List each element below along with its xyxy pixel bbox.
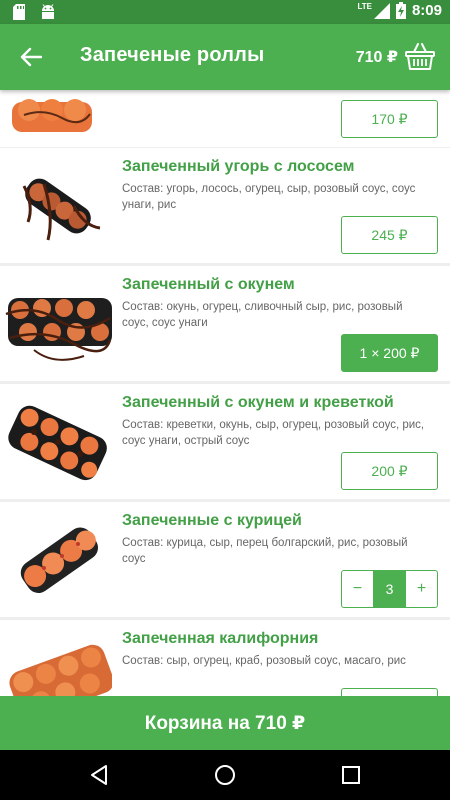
app-bar: Запеченые роллы 710 ₽ xyxy=(0,24,450,90)
list-item[interactable]: Запеченный с окунем Состав: окунь, огуре… xyxy=(0,266,450,381)
android-icon xyxy=(42,4,54,19)
item-description: Состав: сыр, огурец, краб, розовый соус,… xyxy=(122,655,406,667)
item-title: Запеченный с окунем xyxy=(122,276,295,293)
price-button[interactable]: 170 ₽ xyxy=(341,100,438,138)
item-title: Запеченная калифорния xyxy=(122,630,319,647)
list-item[interactable]: 170 ₽ xyxy=(0,90,450,147)
increase-button[interactable]: + xyxy=(406,571,437,607)
list-item[interactable]: Запеченный с окунем и креветкой Состав: … xyxy=(0,384,450,499)
cart-total[interactable]: 710 ₽ xyxy=(356,47,398,67)
price-button[interactable]: 200 ₽ xyxy=(341,452,438,490)
back-button[interactable] xyxy=(14,41,48,73)
price-in-cart-button[interactable]: 1 × 200 ₽ xyxy=(341,334,438,372)
price-button[interactable] xyxy=(341,688,438,696)
system-nav-bar xyxy=(0,750,450,800)
product-list[interactable]: 170 ₽ Запеченный угорь с лососем Состав:… xyxy=(0,90,450,696)
page-title: Запеченые роллы xyxy=(80,44,265,66)
item-description: Состав: окунь, огурец, сливочный сыр, ри… xyxy=(122,301,403,329)
signal-icon xyxy=(373,2,390,19)
status-bar: LTE 8:09 xyxy=(0,0,450,24)
clock: 8:09 xyxy=(411,2,442,19)
basket-icon xyxy=(405,43,435,70)
back-arrow-icon xyxy=(20,47,42,67)
item-description: Состав: угорь, лосось, огурец, сыр, розо… xyxy=(122,183,416,211)
cart-checkout-button[interactable]: Корзина на 710 ₽ xyxy=(0,696,450,750)
back-triangle-icon[interactable] xyxy=(87,763,111,787)
item-description: Состав: креветки, окунь, сыр, огурец, ро… xyxy=(122,419,425,447)
roll-image xyxy=(5,298,112,361)
list-item[interactable]: Запеченные с курицей Состав: курица, сыр… xyxy=(0,502,450,617)
item-title: Запеченный с окунем и креветкой xyxy=(122,394,394,411)
home-circle-icon[interactable] xyxy=(213,763,237,787)
roll-image xyxy=(8,405,107,481)
item-title: Запеченный угорь с лососем xyxy=(122,158,355,175)
item-title: Запеченные с курицей xyxy=(122,512,302,529)
decrease-button[interactable]: − xyxy=(342,571,373,607)
roll-image xyxy=(20,527,99,593)
quantity-stepper[interactable]: − 3 + xyxy=(341,570,438,608)
network-type: LTE xyxy=(357,2,372,11)
cart-button[interactable] xyxy=(404,41,436,73)
roll-image xyxy=(9,644,112,696)
roll-image xyxy=(22,178,101,241)
battery-charging-icon xyxy=(395,2,406,19)
recents-square-icon[interactable] xyxy=(339,763,363,787)
list-item[interactable]: Запеченная калифорния Состав: сыр, огуре… xyxy=(0,620,450,696)
item-description: Состав: курица, сыр, перец болгарский, р… xyxy=(122,537,408,565)
roll-image xyxy=(12,99,92,132)
price-button[interactable]: 245 ₽ xyxy=(341,216,438,254)
sd-card-icon xyxy=(13,4,25,20)
list-item[interactable]: Запеченный угорь с лососем Состав: угорь… xyxy=(0,148,450,263)
quantity-value: 3 xyxy=(373,571,406,607)
